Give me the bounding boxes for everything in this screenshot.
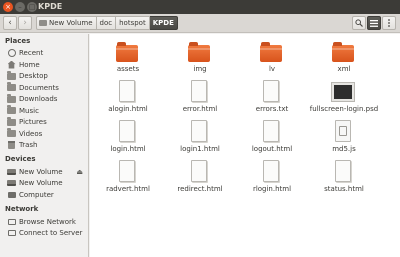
breadcrumb-new-volume[interactable]: New Volume	[36, 16, 97, 30]
folder-icon	[332, 40, 354, 64]
folder-icon	[7, 93, 16, 103]
text-file-icon	[260, 80, 282, 104]
sidebar-item-home[interactable]: Home	[7, 60, 89, 70]
network-icon	[7, 229, 16, 237]
folder-icon	[7, 128, 16, 138]
folder-icon	[7, 82, 16, 92]
file-item-error[interactable]: error.html	[164, 76, 236, 120]
toolbar: ‹ › New Volume doc hotspot KPDE	[0, 14, 400, 33]
file-item-status[interactable]: status.html	[308, 156, 380, 200]
sidebar-item-new-volume-1[interactable]: New Volume ⏏	[7, 167, 89, 177]
html-file-icon	[188, 120, 210, 144]
file-item-xml[interactable]: xml	[308, 36, 380, 80]
drive-icon	[7, 179, 16, 187]
file-item-login1[interactable]: login1.html	[164, 116, 236, 160]
file-item-alogin[interactable]: alogin.html	[92, 76, 164, 120]
file-item-errors-txt[interactable]: errors.txt	[236, 76, 308, 120]
image-file-icon	[332, 80, 354, 104]
sidebar-item-desktop[interactable]: Desktop	[7, 70, 89, 81]
chevron-left-icon: ‹	[8, 18, 12, 28]
html-file-icon	[332, 160, 354, 184]
sidebar-item-music[interactable]: Music	[7, 105, 89, 116]
file-item-radvert[interactable]: radvert.html	[92, 156, 164, 200]
sidebar: Places Recent Home Desktop Documents Dow…	[0, 34, 89, 257]
file-item-assets[interactable]: assets	[92, 36, 164, 80]
back-button[interactable]: ‹	[3, 16, 17, 30]
network-heading: Network	[5, 205, 39, 213]
sidebar-item-downloads[interactable]: Downloads	[7, 93, 89, 104]
folder-icon	[260, 40, 282, 64]
file-item-rlogin[interactable]: rlogin.html	[236, 156, 308, 200]
breadcrumb: New Volume doc hotspot KPDE	[36, 16, 178, 30]
close-icon[interactable]: ×	[3, 2, 13, 12]
list-view-icon	[370, 19, 378, 27]
list-view-button[interactable]	[367, 16, 381, 30]
file-item-logout[interactable]: logout.html	[236, 116, 308, 160]
folder-icon	[7, 70, 16, 80]
eject-icon[interactable]: ⏏	[76, 168, 83, 176]
script-file-icon	[332, 120, 354, 144]
clock-icon	[7, 49, 16, 57]
folder-icon	[116, 40, 138, 64]
html-file-icon	[116, 80, 138, 104]
sidebar-item-browse-network[interactable]: Browse Network	[7, 217, 89, 227]
title-bar: × – □ KPDE	[0, 0, 400, 14]
network-icon	[7, 218, 16, 226]
devices-heading: Devices	[5, 155, 36, 163]
drive-icon	[7, 168, 16, 176]
search-icon	[355, 19, 363, 27]
file-grid: assets img lv xml alogin.html error.html…	[90, 34, 400, 257]
sidebar-item-pictures[interactable]: Pictures	[7, 116, 89, 127]
html-file-icon	[188, 80, 210, 104]
file-item-lv[interactable]: lv	[236, 36, 308, 80]
trash-icon	[7, 141, 16, 149]
drive-icon	[39, 20, 47, 26]
file-item-login[interactable]: login.html	[92, 116, 164, 160]
folder-icon	[188, 40, 210, 64]
breadcrumb-doc[interactable]: doc	[96, 16, 117, 30]
kebab-menu-icon	[388, 19, 390, 27]
menu-button[interactable]	[382, 16, 396, 30]
html-file-icon	[260, 120, 282, 144]
file-manager-window: × – □ KPDE ‹ › New Volume doc hotspot KP…	[0, 0, 400, 257]
file-item-redirect[interactable]: redirect.html	[164, 156, 236, 200]
forward-button[interactable]: ›	[18, 16, 32, 30]
sidebar-item-recent[interactable]: Recent	[7, 48, 89, 58]
file-item-md5-js[interactable]: md5.js	[308, 116, 380, 160]
sidebar-item-documents[interactable]: Documents	[7, 82, 89, 93]
sidebar-item-computer[interactable]: Computer	[7, 190, 89, 200]
sidebar-item-connect-to-server[interactable]: Connect to Server	[7, 228, 89, 238]
search-button[interactable]	[352, 16, 366, 30]
sidebar-item-trash[interactable]: Trash	[7, 140, 89, 150]
html-file-icon	[116, 160, 138, 184]
minimize-icon[interactable]: –	[15, 2, 25, 12]
computer-icon	[7, 191, 16, 199]
folder-icon	[7, 105, 16, 115]
html-file-icon	[188, 160, 210, 184]
breadcrumb-kpde[interactable]: KPDE	[149, 16, 178, 30]
sidebar-item-new-volume-2[interactable]: New Volume	[7, 178, 89, 188]
html-file-icon	[116, 120, 138, 144]
chevron-right-icon: ›	[23, 18, 27, 28]
sidebar-item-videos[interactable]: Videos	[7, 128, 89, 139]
maximize-icon[interactable]: □	[27, 2, 37, 12]
breadcrumb-hotspot[interactable]: hotspot	[116, 16, 150, 30]
html-file-icon	[260, 160, 282, 184]
window-title: KPDE	[38, 2, 63, 11]
folder-icon	[7, 116, 16, 126]
file-item-fullscreen-login[interactable]: fullscreen-login.psd	[308, 76, 380, 120]
file-item-img[interactable]: img	[164, 36, 236, 80]
home-icon	[7, 60, 16, 69]
places-heading: Places	[5, 37, 31, 45]
